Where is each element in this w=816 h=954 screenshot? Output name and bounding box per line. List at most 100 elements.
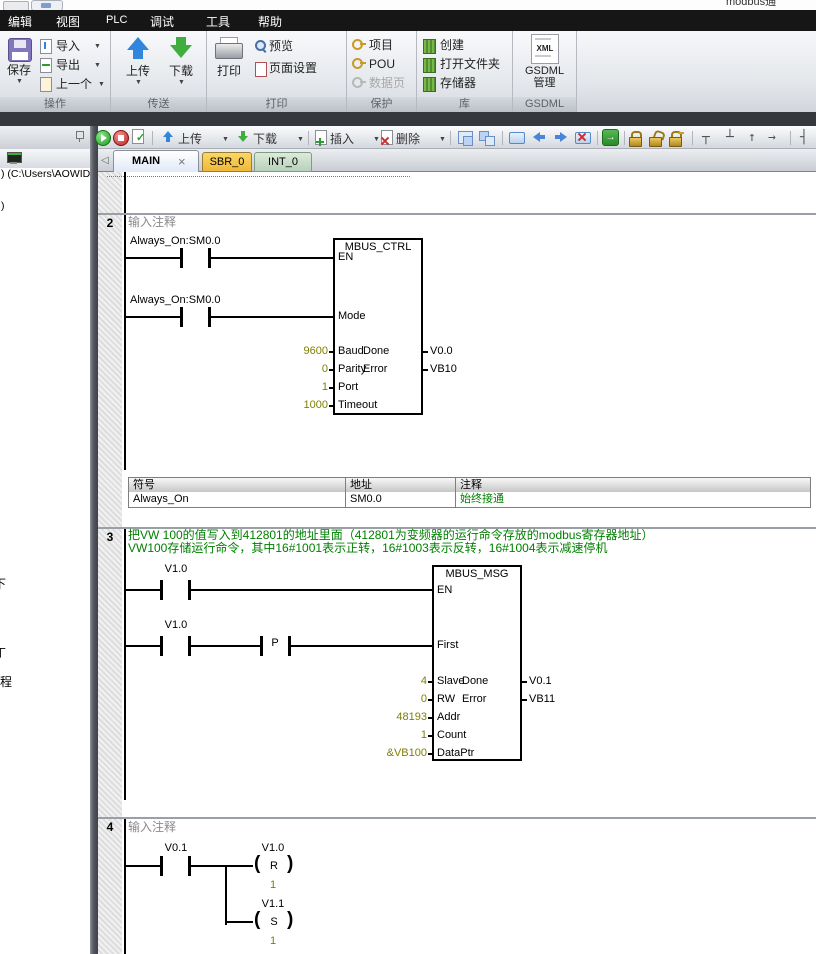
network-comment[interactable]: 把VW 100的值写入到412801的地址里面（412801为变频器的运行命令存… [128,528,653,542]
contact-operand[interactable]: V0.1 [146,842,206,855]
output-operand[interactable]: V0.1 [529,675,552,688]
coil-paren-right: ) [287,910,293,930]
network-comment[interactable]: 输入注释 [128,820,176,834]
output-operand[interactable]: VB10 [430,363,457,376]
network-number: 2 [98,216,122,230]
menu-edit[interactable]: 编辑 [8,13,32,30]
upload-arrow-stem [133,50,143,59]
edge-contact-letter: P [262,637,288,650]
ribbon: 保存 ▼ 导入 ▼ 导出 ▼ 上一个 ▼ 操作 [0,31,816,112]
menu-view[interactable]: 视图 [56,13,80,30]
project-path-item[interactable]: ) (C:\Users\AOWID [1,168,90,181]
app-window: modbus通 编辑 视图 PLC 调试 工具 帮助 保存 ▼ 导入 ▼ 导出 [0,0,816,954]
contact[interactable] [180,248,183,268]
tab-int0[interactable]: INT_0 [254,152,312,172]
network-comment[interactable]: 输入注释 [128,215,176,229]
menu-plc[interactable]: PLC [106,14,127,26]
contact-operand[interactable]: V1.0 [146,563,206,576]
menu-tools[interactable]: 工具 [206,13,230,30]
bookmark-toggle-icon[interactable] [509,132,525,144]
previous-icon [40,77,52,92]
contact[interactable] [160,580,163,600]
run-button[interactable] [95,130,111,146]
chevron-down-icon[interactable]: ▼ [439,136,446,143]
coil-count[interactable]: 1 [251,935,295,948]
contact[interactable] [180,307,183,327]
chevron-down-icon: ▼ [178,79,185,86]
pin-label: Mode [338,310,366,323]
pin-value[interactable]: 4 [357,675,427,688]
toolbar-download-label: 下载 [253,132,277,146]
library-memory-label: 存储器 [440,76,476,90]
contact[interactable] [160,856,163,876]
coil-count[interactable]: 1 [251,879,295,892]
plc-icon [41,3,51,8]
pin-label: EN [437,584,452,597]
tab-main-label: MAIN [132,155,160,167]
coil-letter: R [262,860,286,873]
ribbon-group-gsdml: XML GSDML 管理 GSDML [513,31,577,112]
tab-main[interactable]: MAIN × [113,150,199,172]
menu-debug[interactable]: 调试 [150,13,174,30]
stop-button[interactable] [113,130,129,146]
pin-label: Error [363,363,419,376]
tab-sbr0[interactable]: SBR_0 [202,152,252,172]
ribbon-group-library: 创建 打开文件夹 存储器 库 [417,31,513,112]
tree-item-fragment[interactable]: 下 [0,577,6,591]
chevron-down-icon[interactable]: ▼ [297,136,304,143]
tree-item-fragment[interactable]: ) [1,200,5,213]
symbol-table-cell[interactable]: 始终接通 [455,492,811,508]
group-label-library: 库 [417,97,512,112]
pin-label: Done [462,675,518,688]
block-title: MBUS_MSG [432,568,522,581]
pin-label: Timeout [338,399,377,412]
chevron-down-icon[interactable]: ▼ [222,136,229,143]
ladder-branch-up-icon[interactable]: ┴ [726,131,734,145]
pin-value[interactable]: &VB100 [357,747,427,760]
tree-item-fragment[interactable]: 丁 [0,646,6,660]
save-label: 保存 [0,63,38,77]
ladder-branch-down-icon[interactable]: ┬ [702,131,710,145]
pin-value[interactable]: 0 [357,693,427,706]
previous-label: 上一个 [56,77,92,91]
group-label-gsdml: GSDML [513,97,576,112]
power-rail [124,817,126,954]
pin-value[interactable]: 1000 [268,399,328,412]
ladder-line-up-icon[interactable]: ↑ [748,131,756,145]
toolbar-upload-label: 上传 [178,132,202,146]
pin-value[interactable]: 48193 [357,711,427,724]
pin-value[interactable]: 0 [268,363,328,376]
tree-item-fragment[interactable]: 程 [0,675,12,689]
ladder-line-right-icon[interactable]: → [768,131,776,145]
contact-operand[interactable]: Always_On:SM0.0 [130,235,220,248]
contact-operand[interactable]: V1.0 [146,619,206,632]
contact-operand[interactable]: Always_On:SM0.0 [130,294,220,307]
pin-label: Addr [437,711,460,724]
ladder-contact-icon[interactable]: ┤ [800,131,808,145]
goto-icon[interactable]: → [602,129,619,146]
library-memory-icon [423,77,436,92]
key-icon-stem [360,81,366,83]
page-setup-icon [255,62,267,77]
group-label-protect: 保护 [347,97,416,112]
menu-help[interactable]: 帮助 [258,13,282,30]
network-comment[interactable]: VW100存储运行命令，其中16#1001表示正转，16#1003表示反转，16… [128,541,608,555]
close-icon[interactable]: × [178,154,186,169]
coil-paren-left: ( [254,910,260,930]
upload-arrow-icon [127,37,149,50]
check-icon: ✓ [136,132,145,145]
chevron-down-icon[interactable]: ▼ [373,136,380,143]
pin-value[interactable]: 1 [357,729,427,742]
chevron-down-icon: ▼ [135,79,142,86]
symbol-table-cell[interactable]: Always_On [128,492,346,508]
pin-label: Slave [437,675,465,688]
contact[interactable] [160,636,163,656]
pin-value[interactable]: 9600 [268,345,328,358]
pin-value[interactable]: 1 [268,381,328,394]
sidebar-splitter[interactable] [90,126,98,954]
output-operand[interactable]: V0.0 [430,345,453,358]
symbol-table-header: 注释 [455,477,811,493]
output-operand[interactable]: VB11 [529,693,555,706]
symbol-table-cell[interactable]: SM0.0 [345,492,456,508]
tab-scroll-back-icon[interactable]: ◁ [101,154,109,167]
